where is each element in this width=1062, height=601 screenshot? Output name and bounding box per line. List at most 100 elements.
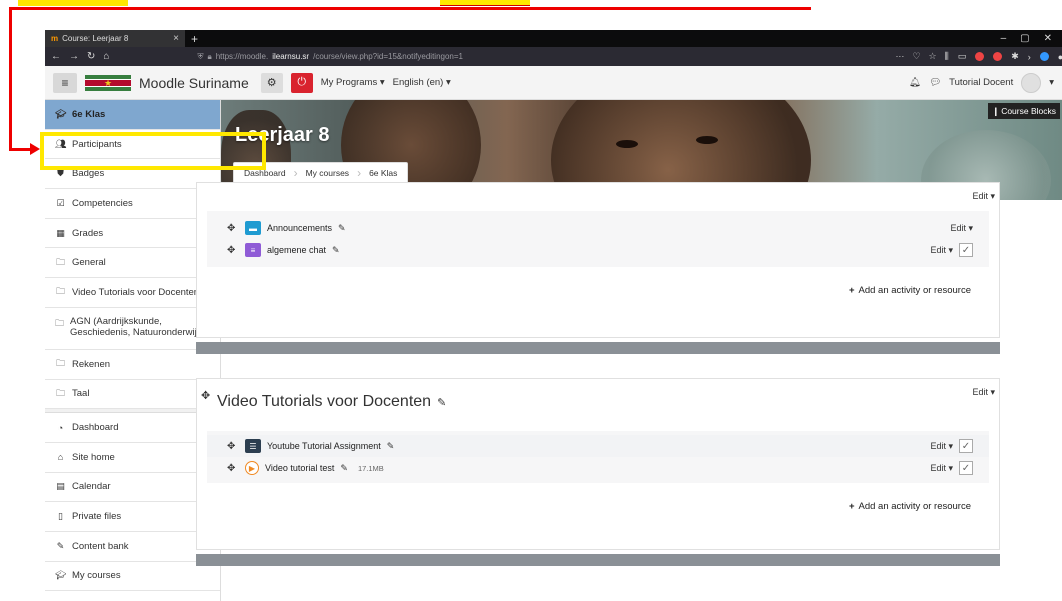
pencil-icon[interactable]: ✎ <box>437 396 446 409</box>
annotation-arrow-head <box>30 143 40 155</box>
user-menu-chevron-icon[interactable]: ▾ <box>1049 77 1054 88</box>
sidebar-item-label: Site home <box>72 451 115 463</box>
url-bar[interactable]: ⛨ 🔒︎ https://moodle. ilearnsu.sr/course/v… <box>197 50 667 64</box>
edit-label: Edit <box>972 191 988 201</box>
activity-edit-menu[interactable]: Edit ▾ <box>930 463 953 474</box>
language-menu[interactable]: English (en) ▾ <box>393 77 451 88</box>
activity-name[interactable]: algemene chat <box>267 245 326 255</box>
sidebar-item-label: Rekenen <box>72 358 111 370</box>
activity-edit-menu[interactable]: Edit ▾ <box>930 245 953 256</box>
breadcrumb-course[interactable]: 6e Klas <box>369 168 397 178</box>
tab-close-icon[interactable]: × <box>173 33 179 44</box>
sidebar-item-grades[interactable]: ▦ Grades <box>45 219 220 249</box>
page-actions: ··· ♡ ☆ <box>895 51 936 62</box>
back-icon[interactable]: ← <box>51 51 61 62</box>
breadcrumb-my-courses[interactable]: My courses <box>306 168 349 178</box>
bell-icon[interactable]: 🔔︎ <box>909 77 921 88</box>
add-activity-label: Add an activity or resource <box>858 501 971 512</box>
completion-checkbox[interactable]: ✓ <box>959 439 973 453</box>
messages-icon[interactable]: 💬︎ <box>929 77 941 88</box>
activity-name[interactable]: Announcements <box>267 223 332 233</box>
pencil-icon[interactable]: ✎ <box>340 463 348 474</box>
browser-tab[interactable]: m Course: Leerjaar 8 × <box>45 30 185 47</box>
video-play-icon: ▶ <box>245 461 259 475</box>
site-name[interactable]: Moodle Suriname <box>139 75 249 91</box>
pencil-icon[interactable]: ✎ <box>338 223 346 234</box>
extension-record-icon[interactable] <box>993 52 1003 61</box>
sidebar-item-competencies[interactable]: ☑ Competencies <box>45 189 220 219</box>
reload-icon[interactable]: ↻ <box>87 51 95 62</box>
extension-gear-icon[interactable]: ✱ <box>1011 51 1019 62</box>
completion-checkbox[interactable]: ✓ <box>959 461 973 475</box>
annotation-line-horizontal <box>9 7 811 10</box>
maximize-icon[interactable]: ▢ <box>1020 33 1029 44</box>
extension-badge-icon[interactable]: ● <box>1058 52 1062 62</box>
url-host: ilearnsu.sr <box>272 52 310 61</box>
shield-icon: ⛨ <box>197 51 204 61</box>
close-window-icon[interactable]: ✕ <box>1044 33 1052 44</box>
library-icon[interactable]: ⫼ <box>945 51 949 62</box>
sidebar-item-taal[interactable]: 🗀 Taal <box>45 380 220 410</box>
activity-edit-menu[interactable]: Edit ▾ <box>950 223 973 234</box>
bookmark-star-icon[interactable]: ☆ <box>929 51 937 62</box>
move-icon[interactable]: ✥ <box>227 223 239 234</box>
tachometer-icon: ◔ <box>57 422 64 433</box>
reader-icon[interactable]: ▭ <box>958 51 967 62</box>
edit-mode-toggle-button[interactable]: ⏻ <box>290 72 313 93</box>
section-title-text[interactable]: Video Tutorials voor Docenten <box>217 393 431 411</box>
move-icon[interactable]: ✥ <box>227 441 239 452</box>
activity-edit-menu[interactable]: Edit ▾ <box>930 441 953 452</box>
activity-name[interactable]: Video tutorial test <box>265 463 334 473</box>
extension-blue-icon[interactable] <box>1039 52 1049 61</box>
activity-name[interactable]: Youtube Tutorial Assignment <box>267 441 381 451</box>
my-programs-menu[interactable]: My Programs ▾ <box>321 77 385 88</box>
sidebar-item-course[interactable]: 🎓︎ 6e Klas <box>45 100 220 130</box>
forward-icon[interactable]: → <box>69 51 79 62</box>
settings-button[interactable]: ⚙ <box>260 72 283 93</box>
activity-algemene-chat[interactable]: ✥ ≡ algemene chat ✎ Edit ▾ ✓ <box>207 239 989 261</box>
sidebar-item-general[interactable]: 🗀 General <box>45 248 220 279</box>
sidebar-item-rekenen[interactable]: 🗀 Rekenen <box>45 350 220 380</box>
extension-red-icon[interactable] <box>975 52 985 61</box>
edit-label: Edit <box>930 440 946 451</box>
graduation-cap-icon: 🎓︎ <box>55 570 67 581</box>
table-icon: ▦ <box>56 227 65 238</box>
home-icon[interactable]: ⌂ <box>103 51 109 62</box>
move-icon[interactable]: ✥ <box>227 463 239 474</box>
add-activity-link[interactable]: + Add an activity or resource <box>197 483 999 532</box>
pencil-icon[interactable]: ✎ <box>332 245 340 256</box>
plus-icon: + <box>848 285 855 296</box>
annotation-strip <box>0 0 1062 30</box>
avatar[interactable] <box>1021 72 1042 93</box>
new-tab-button[interactable]: + <box>191 32 198 46</box>
annotation-line-vertical <box>9 7 12 150</box>
folder-icon: 🗀 <box>55 358 65 369</box>
add-activity-link[interactable]: + Add an activity or resource <box>197 267 999 316</box>
move-icon[interactable]: ✥ <box>201 389 210 402</box>
move-icon[interactable]: ✥ <box>227 245 239 256</box>
user-name[interactable]: Tutorial Docent <box>949 77 1013 88</box>
minimize-icon[interactable]: – <box>1001 33 1007 44</box>
completion-checkbox[interactable]: ✓ <box>959 243 973 257</box>
sidebar-item-site-home[interactable]: ⌂ Site home <box>45 443 220 473</box>
sidebar-item-label: Grades <box>72 227 104 239</box>
section-edit-menu[interactable]: Edit ▾ <box>972 191 995 202</box>
activity-youtube-assignment[interactable]: ✥ ☰ Youtube Tutorial Assignment ✎ Edit ▾… <box>207 435 989 457</box>
drawer-toggle-button[interactable]: ≡ <box>53 72 77 93</box>
sidebar-item-video-tutorials[interactable]: 🗀 Video Tutorials voor Docenten <box>45 278 220 308</box>
suriname-flag-logo[interactable]: ★ <box>85 74 131 91</box>
pocket-icon[interactable]: ♡ <box>912 51 920 62</box>
pencil-icon[interactable]: ✎ <box>387 441 395 452</box>
activity-video-tutorial-test[interactable]: ✥ ▶ Video tutorial test ✎ 17.1MB Edit ▾ … <box>207 457 989 479</box>
file-size: 17.1MB <box>357 463 384 473</box>
activity-announcements[interactable]: ✥ ▬ Announcements ✎ Edit ▾ <box>207 217 989 239</box>
sidebar-item-content-bank[interactable]: ✎ Content bank <box>45 532 220 562</box>
sidebar-item-my-courses[interactable]: 🎓︎ My courses <box>45 562 220 592</box>
chevron-right-icon[interactable]: › <box>1028 52 1031 62</box>
sidebar-item-private-files[interactable]: ▯ Private files <box>45 502 220 532</box>
course-blocks-button[interactable]: ❙ Course Blocks <box>988 103 1060 119</box>
sidebar-item-calendar[interactable]: ▤ Calendar <box>45 473 220 503</box>
more-actions-icon[interactable]: ··· <box>895 51 904 62</box>
sidebar-item-agn[interactable]: 🗀 AGN (Aardrijkskunde, Geschiedenis, Natu… <box>45 308 220 350</box>
sidebar-item-dashboard[interactable]: ◔ Dashboard <box>45 413 220 443</box>
